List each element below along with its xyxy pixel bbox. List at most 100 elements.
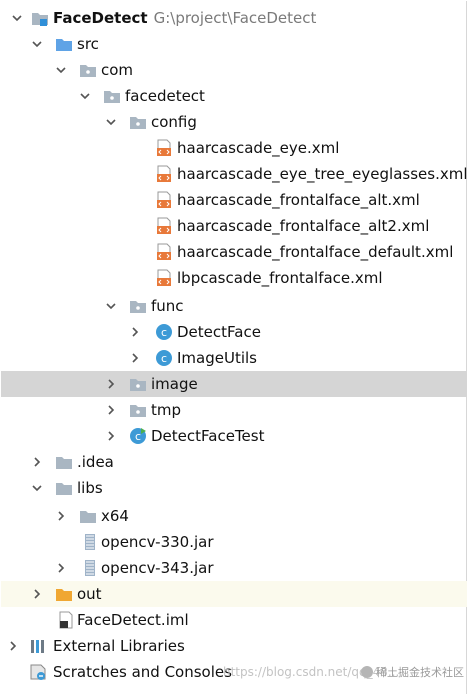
tree-row-func[interactable]: func [1, 293, 467, 319]
chevron-right-icon[interactable] [29, 449, 45, 475]
chevron-down-icon[interactable] [103, 109, 119, 135]
tree-row-tmp[interactable]: tmp [1, 397, 467, 423]
tree-row-libs[interactable]: libs [1, 475, 467, 501]
package-icon [129, 375, 147, 393]
tree-label: haarcascade_eye.xml [177, 139, 340, 157]
tree-label: tmp [151, 401, 182, 419]
tree-row-project-root[interactable]: FaceDetect G:\project\FaceDetect [1, 5, 467, 31]
tree-row-jar[interactable]: opencv-330.jar [1, 529, 467, 555]
tree-row-imageutils[interactable]: c ImageUtils [1, 345, 467, 371]
source-folder-icon [55, 35, 73, 53]
project-tree-panel: FaceDetect G:\project\FaceDetect src com … [1, 1, 468, 694]
tree-row-idea[interactable]: .idea [1, 449, 467, 475]
tree-label: src [77, 35, 99, 53]
tree-label: facedetect [125, 87, 205, 105]
package-icon [103, 87, 121, 105]
xml-file-icon [155, 165, 173, 183]
tree-row-out[interactable]: out [1, 581, 467, 607]
package-icon [129, 297, 147, 315]
tree-label: haarcascade_eye_tree_eyeglasses.xml [177, 165, 468, 183]
jar-icon [81, 559, 99, 577]
class-icon: c [155, 349, 173, 367]
tree-row-detectface[interactable]: c DetectFace [1, 319, 467, 345]
tree-label: haarcascade_frontalface_default.xml [177, 243, 454, 261]
runnable-class-icon: c [129, 427, 147, 445]
tree-row-xml-file[interactable]: lbpcascade_frontalface.xml [1, 265, 467, 291]
class-icon: c [155, 323, 173, 341]
chevron-right-icon[interactable] [103, 397, 119, 423]
tree-label: External Libraries [53, 637, 185, 655]
tree-row-com[interactable]: com [1, 57, 467, 83]
tree-label: libs [77, 479, 103, 497]
excluded-folder-icon [55, 585, 73, 603]
tree-row-detectfacetest[interactable]: c DetectFaceTest [1, 423, 467, 449]
scratches-icon [29, 663, 47, 681]
project-path: G:\project\FaceDetect [153, 9, 317, 27]
tree-label: config [151, 113, 197, 131]
tree-row-image[interactable]: image [1, 371, 467, 397]
svg-text:c: c [161, 326, 167, 339]
library-icon [29, 637, 47, 655]
chevron-down-icon[interactable] [29, 475, 45, 501]
chevron-down-icon[interactable] [29, 31, 45, 57]
tree-label: DetectFaceTest [151, 427, 265, 445]
chevron-right-icon[interactable] [127, 319, 143, 345]
watermark-juejin: 稀土掘金技术社区 [361, 664, 464, 680]
xml-file-icon [155, 269, 173, 287]
chevron-right-icon[interactable] [5, 633, 21, 659]
chevron-down-icon[interactable] [53, 57, 69, 83]
tree-label: lbpcascade_frontalface.xml [177, 269, 383, 287]
jar-icon [81, 533, 99, 551]
tree-label: image [151, 375, 198, 393]
tree-row-xml-file[interactable]: haarcascade_eye.xml [1, 135, 467, 161]
tree-label: Scratches and Consoles [53, 663, 232, 681]
chevron-right-icon[interactable] [103, 423, 119, 449]
tree-label: ImageUtils [177, 349, 257, 367]
folder-icon [55, 479, 73, 497]
module-folder-icon [31, 9, 49, 27]
folder-icon [55, 453, 73, 471]
chevron-right-icon[interactable] [29, 581, 45, 607]
xml-file-icon [155, 243, 173, 261]
tree-row-xml-file[interactable]: haarcascade_frontalface_alt2.xml [1, 213, 467, 239]
watermark-juejin-text: 稀土掘金技术社区 [376, 666, 464, 679]
package-icon [129, 401, 147, 419]
chevron-down-icon[interactable] [9, 5, 25, 31]
tree-row-config[interactable]: config [1, 109, 467, 135]
tree-row-src[interactable]: src [1, 31, 467, 57]
svg-text:c: c [161, 352, 167, 365]
iml-file-icon [57, 611, 75, 629]
folder-icon [79, 507, 97, 525]
xml-file-icon [155, 217, 173, 235]
tree-row-facedetect[interactable]: facedetect [1, 83, 467, 109]
tree-row-iml[interactable]: FaceDetect.iml [1, 607, 467, 633]
package-icon [129, 113, 147, 131]
tree-row-jar[interactable]: opencv-343.jar [1, 555, 467, 581]
package-icon [79, 61, 97, 79]
tree-label: FaceDetect.iml [77, 611, 189, 629]
tree-row-xml-file[interactable]: haarcascade_frontalface_default.xml [1, 239, 467, 265]
tree-label: .idea [77, 453, 114, 471]
juejin-logo-icon [361, 666, 373, 678]
tree-row-x64[interactable]: x64 [1, 503, 467, 529]
chevron-down-icon[interactable] [77, 83, 93, 109]
project-name: FaceDetect G:\project\FaceDetect [53, 9, 317, 27]
xml-file-icon [155, 139, 173, 157]
tree-label: func [151, 297, 184, 315]
tree-row-xml-file[interactable]: haarcascade_frontalface_alt.xml [1, 187, 467, 213]
tree-row-xml-file[interactable]: haarcascade_eye_tree_eyeglasses.xml [1, 161, 468, 187]
tree-label: haarcascade_frontalface_alt.xml [177, 191, 420, 209]
tree-label: haarcascade_frontalface_alt2.xml [177, 217, 430, 235]
tree-label: out [77, 585, 102, 603]
xml-file-icon [155, 191, 173, 209]
chevron-right-icon[interactable] [127, 345, 143, 371]
tree-label: x64 [101, 507, 129, 525]
tree-label: opencv-343.jar [101, 559, 214, 577]
svg-text:c: c [135, 430, 141, 443]
chevron-right-icon[interactable] [53, 503, 69, 529]
tree-row-external-libraries[interactable]: External Libraries [1, 633, 467, 659]
chevron-right-icon[interactable] [53, 555, 69, 581]
chevron-right-icon[interactable] [103, 371, 119, 397]
tree-label: DetectFace [177, 323, 261, 341]
chevron-down-icon[interactable] [103, 293, 119, 319]
